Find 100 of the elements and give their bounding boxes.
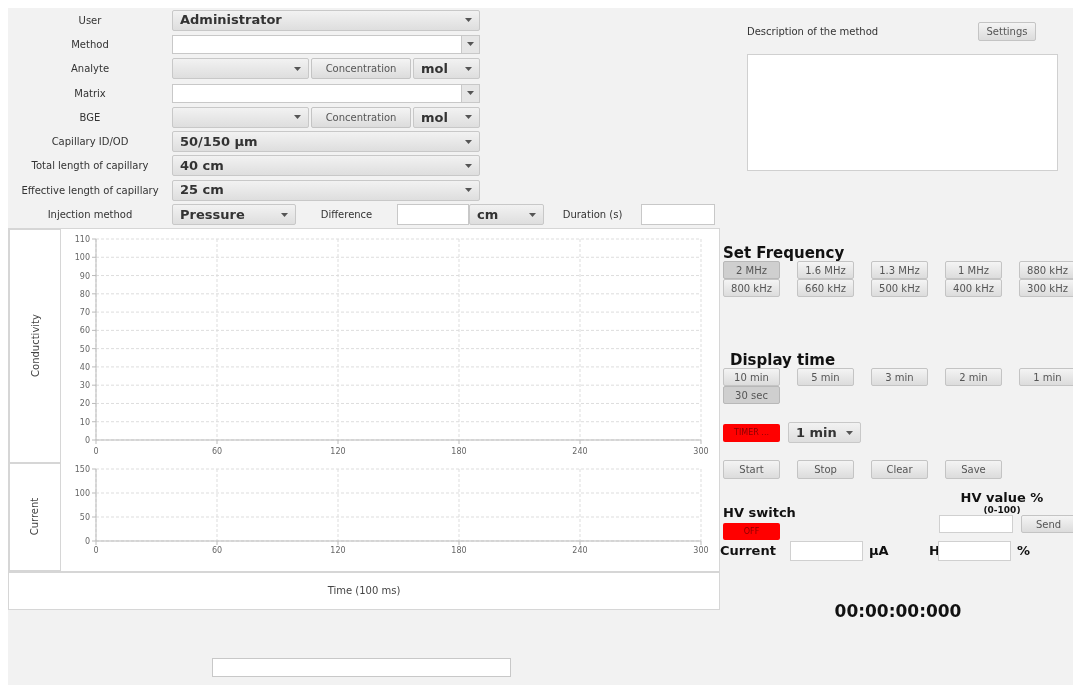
duration-dropdown[interactable]: 1 min — [788, 422, 861, 443]
action-button[interactable]: Clear — [871, 460, 928, 479]
tick-label: 110 — [74, 234, 90, 244]
tick-label: 0 — [84, 435, 90, 445]
input-field[interactable] — [397, 204, 469, 225]
option-button[interactable]: 1 min — [1019, 368, 1073, 386]
dropdown[interactable]: Administrator — [172, 9, 480, 31]
tick-label: 60 — [211, 545, 223, 555]
caret-icon — [281, 212, 288, 217]
dropdown[interactable]: 50/150 µm — [172, 131, 480, 153]
tick-label: 240 — [572, 545, 588, 555]
caret-icon — [294, 115, 301, 120]
tick-label: 0 — [93, 545, 99, 555]
tick-label: 80 — [79, 289, 90, 299]
tick-label: 50 — [79, 344, 90, 354]
concentration-button[interactable]: Concentration — [311, 58, 411, 80]
option-button[interactable]: 2 min — [945, 368, 1002, 386]
field-label: Difference — [319, 208, 374, 222]
option-button[interactable]: 1.3 MHz — [871, 261, 928, 279]
option-button[interactable]: 880 kHz — [1019, 261, 1073, 279]
combo-box[interactable] — [172, 34, 480, 54]
option-button[interactable]: 660 kHz — [797, 279, 854, 297]
dropdown[interactable] — [172, 106, 309, 128]
option-button[interactable]: 300 kHz — [1019, 279, 1073, 297]
input-field[interactable] — [790, 541, 863, 561]
action-button[interactable]: Start — [723, 460, 780, 479]
input-field[interactable] — [939, 515, 1013, 533]
tick-label: 150 — [74, 464, 90, 474]
description-field[interactable] — [747, 54, 1058, 171]
section-title: HV switch — [723, 505, 796, 520]
dropdown[interactable]: 40 cm — [172, 155, 480, 177]
tick-label: 180 — [451, 446, 467, 456]
unit-dropdown[interactable]: mol — [413, 106, 480, 128]
unit-dropdown[interactable]: cm — [469, 204, 544, 225]
tick-label: 100 — [74, 252, 90, 262]
caret-icon — [465, 188, 472, 193]
caret-icon — [465, 139, 472, 144]
field-label: Injection method — [46, 208, 134, 222]
concentration-button[interactable]: Concentration — [311, 106, 411, 128]
field-label: Analyte — [69, 62, 111, 77]
option-button[interactable]: 3 min — [871, 368, 928, 386]
field-label: User — [77, 13, 103, 28]
y-axis-title: Conductivity — [28, 314, 42, 378]
section-title: Display time — [730, 352, 837, 368]
action-button[interactable]: Save — [945, 460, 1002, 479]
field-label: Total length of capillary — [30, 159, 150, 174]
tick-label: 300 — [693, 446, 709, 456]
field-label: Method — [70, 37, 110, 52]
input-field[interactable] — [641, 204, 715, 225]
field-label: Effective length of capillary — [20, 183, 160, 198]
readout-label: Current — [720, 542, 777, 561]
unit-label: % — [1017, 542, 1031, 561]
option-button[interactable]: 500 kHz — [871, 279, 928, 297]
send-button[interactable]: Send — [1021, 515, 1073, 533]
option-button[interactable]: 1 MHz — [945, 261, 1002, 279]
elapsed-time: 00:00:00:000 — [834, 600, 962, 623]
tick-label: 20 — [79, 399, 90, 409]
x-axis-title: Time (100 ms) — [327, 584, 401, 599]
field-label: Capillary ID/OD — [50, 135, 130, 150]
caret-icon — [465, 115, 472, 120]
action-button[interactable]: Stop — [797, 460, 854, 479]
tick-label: 40 — [79, 362, 90, 372]
caret-icon — [846, 430, 853, 435]
unit-label: µA — [869, 542, 890, 561]
option-button[interactable]: 800 kHz — [723, 279, 780, 297]
tick-label: 240 — [572, 446, 588, 456]
description-label: Description of the method — [747, 25, 879, 39]
tick-label: 180 — [451, 545, 467, 555]
section-title: HV value % — [960, 491, 1044, 505]
tick-label: 10 — [79, 417, 90, 427]
tick-label: 0 — [93, 446, 99, 456]
y-axis-title: Current — [28, 497, 42, 536]
tick-label: 50 — [79, 512, 90, 522]
tick-label: 120 — [330, 446, 346, 456]
unit-dropdown[interactable]: mol — [413, 58, 480, 80]
tick-label: 0 — [84, 536, 90, 546]
tick-label: 120 — [330, 545, 346, 555]
tick-label: 100 — [74, 488, 90, 498]
caret-icon — [529, 212, 536, 217]
option-button[interactable]: 400 kHz — [945, 279, 1002, 297]
settings-button[interactable]: Settings — [978, 22, 1036, 41]
combo-box[interactable] — [172, 83, 480, 103]
dropdown[interactable] — [172, 58, 309, 80]
tick-label: 90 — [79, 271, 90, 281]
dropdown[interactable]: Pressure — [172, 204, 296, 225]
option-button[interactable]: 5 min — [797, 368, 854, 386]
input-field[interactable] — [212, 657, 511, 677]
range-label: (0-100) — [983, 505, 1021, 515]
option-button[interactable]: 1.6 MHz — [797, 261, 854, 279]
tick-label: 30 — [79, 380, 90, 390]
section-title: Set Frequency — [723, 245, 846, 261]
option-button[interactable]: 2 MHz — [723, 261, 780, 279]
caret-icon — [465, 163, 472, 168]
caret-icon — [294, 66, 301, 71]
dropdown[interactable]: 25 cm — [172, 179, 480, 201]
input-field[interactable] — [938, 541, 1011, 561]
option-button[interactable]: 10 min — [723, 368, 780, 386]
option-button[interactable]: 30 sec — [723, 386, 780, 404]
field-label: Matrix — [73, 86, 107, 101]
field-label: BGE — [78, 110, 102, 125]
